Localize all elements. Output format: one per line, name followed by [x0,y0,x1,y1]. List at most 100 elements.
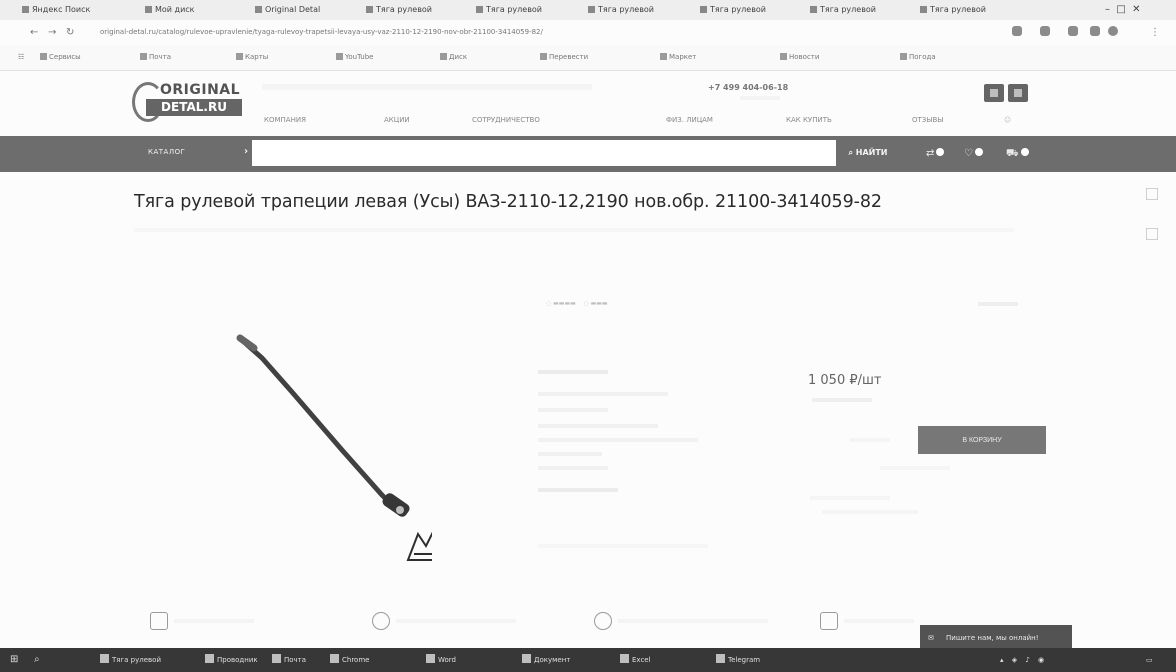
extension-icon[interactable] [1090,26,1100,36]
bookmark-item[interactable]: Диск [440,53,467,61]
quantity-stepper[interactable] [850,438,890,442]
back-icon[interactable]: ← [30,27,38,38]
details-link[interactable] [978,302,1018,306]
search-bar: КАТАЛОГ › ⌕ НАЙТИ ⇄ ♡ ⛟ [0,136,1176,172]
bookmark-item[interactable]: Маркет [660,53,696,61]
profile-icon[interactable] [1108,26,1118,36]
spec-row [538,392,668,396]
favicon-icon [588,6,595,13]
telegram-icon [716,654,725,663]
all-specs-link[interactable] [538,488,618,492]
system-tray-icons[interactable]: ▴ ◈ ♪ ◉ [1000,654,1047,666]
notifications-icon[interactable]: ▭ [1146,654,1153,666]
bookmark-item[interactable]: Почта [140,53,171,61]
cart-icon[interactable]: ⛟ [1006,148,1029,161]
bookmark-icon [236,53,243,60]
url-field[interactable]: original-detal.ru/catalog/rulevoe-upravl… [100,26,800,39]
callback-link[interactable] [740,96,780,100]
word-icon [426,654,435,663]
window-controls[interactable]: – □ ✕ [1105,2,1165,18]
bookmark-item[interactable]: Новости [780,53,819,61]
header-tagline [262,84,592,90]
menu-item-company[interactable]: Компания [264,116,306,124]
favicon-icon [810,6,817,13]
spec-heading [538,370,608,374]
taskbar-item[interactable]: Почта [272,654,306,666]
taskbar-item[interactable]: Excel [620,654,651,666]
favorites-icon[interactable]: ♡ [964,148,983,159]
browser-icon [330,654,339,663]
delivery-info [822,510,918,514]
mail-icon [272,654,281,663]
bookmark-item[interactable]: Перевести [540,53,588,61]
browser-tab[interactable]: Тяга рулевой [588,2,688,18]
apps-icon[interactable]: ☷ [18,53,24,61]
spec-row [538,424,658,428]
compare-icon[interactable]: ⇄ [926,148,945,159]
share-icon[interactable] [1146,188,1158,200]
taskbar-item[interactable]: Word [426,654,456,666]
page-title: Тяга рулевой трапеции левая (Усы) ВАЗ-21… [134,192,882,212]
extension-icon[interactable] [1068,26,1078,36]
phone-number[interactable]: +7 499 404-06-18 [708,83,788,92]
add-to-cart-button[interactable]: В КОРЗИНУ [918,426,1046,454]
taskbar-item[interactable]: Telegram [716,654,760,666]
catalog-button[interactable]: КАТАЛОГ › [8,136,248,172]
document-icon [522,654,531,663]
forward-icon[interactable]: → [48,27,56,38]
benefit-item [372,612,516,630]
reload-icon[interactable]: ↻ [66,27,74,38]
menu-item-promo[interactable]: Акции [384,116,410,124]
browser-tab[interactable]: Тяга рулевой [366,2,466,18]
search-input[interactable] [252,140,836,166]
spec-row [538,438,698,442]
search-icon[interactable]: ⌕ [34,654,40,666]
telegram-button[interactable] [984,84,1004,102]
bookmarks-bar: ☷ Сервисы Почта Карты YouTube Диск Перев… [0,46,1176,71]
menu-dots-icon[interactable]: ⋮ [1150,27,1160,38]
site-logo[interactable]: ORIGINAL DETAL.RU [132,80,248,122]
taskbar-item[interactable]: Тяга рулевой [100,654,161,666]
browser-tab[interactable]: Original Detal [255,2,360,18]
menu-item-cooperation[interactable]: Сотрудничество [472,116,540,124]
product-image[interactable] [232,330,432,580]
browser-tab[interactable]: Тяга рулевой [920,2,1020,18]
extension-icon[interactable] [1040,26,1050,36]
folder-icon [205,654,214,663]
breadcrumb[interactable] [134,228,1014,232]
windows-start-icon[interactable]: ⊞ [10,654,18,666]
favicon-icon [366,6,373,13]
spec-row [538,466,608,470]
menu-item-individuals[interactable]: Физ. лицам [666,116,713,124]
find-button[interactable]: ⌕ НАЙТИ [838,140,898,166]
availability-status [812,398,872,402]
disclaimer-text [538,544,708,548]
browser-tab[interactable]: Тяга рулевой [476,2,576,18]
whatsapp-button[interactable] [1008,84,1028,102]
user-icon[interactable]: ☺ [1004,116,1011,124]
extension-icon[interactable] [1012,26,1022,36]
print-icon[interactable] [1146,228,1158,240]
taskbar-item[interactable]: Chrome [330,654,369,666]
browser-tab[interactable]: Мой диск [145,2,250,18]
menu-item-reviews[interactable]: Отзывы [912,116,943,124]
menu-item-how-to-buy[interactable]: Как купить [786,116,832,124]
favicon-icon [22,6,29,13]
taskbar-item[interactable]: Проводник [205,654,258,666]
bookmark-item[interactable]: Карты [236,53,268,61]
bookmark-item[interactable]: Погода [900,53,936,61]
browser-tab[interactable]: Тяга рулевой [810,2,910,18]
bookmark-item[interactable]: Сервисы [40,53,81,61]
os-taskbar: ⊞ ⌕ Тяга рулевой Проводник Почта Chrome … [0,648,1176,672]
product-tabs[interactable]: ◌ ▬▬▬▬ ◌ ▬▬▬ [546,300,608,307]
benefit-item [150,612,254,630]
shield-icon [372,612,390,630]
browser-tab[interactable]: Яндекс Поиск [22,2,140,18]
buy-one-click-link[interactable] [880,466,950,470]
taskbar-item[interactable]: Документ [522,654,570,666]
spec-row [538,452,602,456]
delivery-info [810,496,890,500]
bookmark-item[interactable]: YouTube [336,53,373,61]
bookmark-icon [336,53,343,60]
browser-tab[interactable]: Тяга рулевой [700,2,800,18]
